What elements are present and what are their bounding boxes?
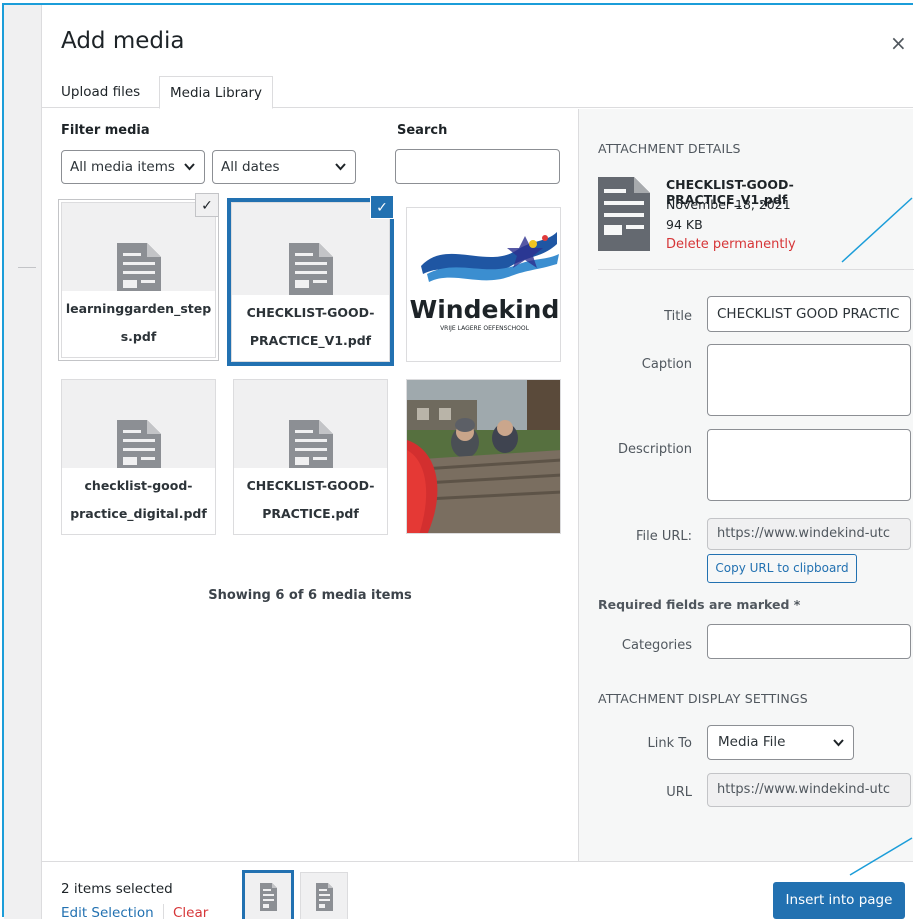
- required-fields-note: Required fields are marked *: [598, 597, 801, 612]
- description-label: Description: [617, 442, 692, 457]
- document-icon: [598, 177, 650, 255]
- filter-media-label: Filter media: [61, 123, 150, 138]
- close-icon[interactable]: ×: [890, 31, 907, 55]
- tab-upload-files[interactable]: Upload files: [51, 76, 150, 108]
- divider: [163, 904, 164, 919]
- attachment-date: November 18, 2021: [666, 197, 791, 212]
- media-item-learninggarden[interactable]: learninggarden_step s.pdf: [58, 199, 219, 361]
- selection-thumbnail-1[interactable]: [242, 870, 294, 919]
- media-date-select[interactable]: All dates: [212, 150, 356, 184]
- caption-label: Caption: [641, 357, 692, 372]
- search-input[interactable]: [395, 149, 560, 184]
- attachment-size: 94 KB: [666, 217, 703, 232]
- categories-input[interactable]: [707, 624, 911, 659]
- delete-permanently-link[interactable]: Delete permanently: [666, 237, 796, 252]
- insert-into-page-button[interactable]: Insert into page: [773, 882, 905, 919]
- check-icon[interactable]: ✓: [370, 195, 394, 219]
- media-toolbar-footer: 2 items selected Edit Selection Clear In…: [42, 861, 913, 919]
- caption-textarea[interactable]: [707, 344, 911, 416]
- clear-selection-link[interactable]: Clear: [173, 905, 208, 919]
- attachment-details-heading: ATTACHMENT DETAILS: [598, 141, 741, 156]
- media-item-checklist-v1[interactable]: CHECKLIST-GOOD- PRACTICE_V1.pdf: [227, 198, 394, 366]
- media-item-checklist[interactable]: CHECKLIST-GOOD- PRACTICE.pdf: [233, 379, 388, 535]
- title-label: Title: [664, 309, 692, 324]
- media-item-filename: learninggarden_step s.pdf: [62, 291, 215, 357]
- media-item-filename: checklist-good- practice_digital.pdf: [62, 468, 215, 534]
- add-media-dialog: Add media × Upload files Media Library F…: [42, 5, 914, 919]
- tab-media-library[interactable]: Media Library: [159, 76, 274, 109]
- divider: [18, 267, 36, 268]
- logo-subtext: VRIJE LAGERE OEFENSCHOOL: [440, 325, 529, 332]
- description-textarea[interactable]: [707, 429, 911, 501]
- url-label: URL: [666, 785, 692, 800]
- document-icon: [316, 883, 333, 911]
- attachment-details-sidebar: ATTACHMENT DETAILS CHECKLIST-GOOD-PRACTI…: [578, 109, 914, 861]
- media-item-filename: CHECKLIST-GOOD- PRACTICE.pdf: [234, 468, 387, 534]
- media-item-playground-photo[interactable]: [406, 379, 561, 534]
- media-type-value: All media items: [70, 159, 175, 175]
- media-type-select[interactable]: All media items: [61, 150, 205, 184]
- file-url-field[interactable]: https://www.windekind-utc: [707, 518, 911, 550]
- search-label: Search: [397, 123, 448, 138]
- dialog-title: Add media: [61, 28, 185, 54]
- title-input[interactable]: CHECKLIST GOOD PRACTIC: [707, 296, 911, 332]
- playground-photo-image: [407, 380, 560, 533]
- selection-count: 2 items selected: [61, 881, 173, 897]
- windekind-logo-image: Windekind VRIJE LAGERE OEFENSCHOOL: [407, 208, 560, 361]
- document-icon: [260, 883, 277, 911]
- media-item-checklist-digital[interactable]: checklist-good- practice_digital.pdf: [61, 379, 216, 535]
- link-to-value: Media File: [718, 734, 786, 750]
- logo-text: Windekind: [410, 295, 560, 324]
- file-url-label: File URL:: [635, 529, 692, 544]
- media-item-windekind-logo[interactable]: Windekind VRIJE LAGERE OEFENSCHOOL: [406, 207, 561, 362]
- admin-sidebar-strip: [4, 5, 42, 919]
- media-item-filename: CHECKLIST-GOOD- PRACTICE_V1.pdf: [232, 295, 389, 361]
- link-to-select[interactable]: Media File: [707, 725, 854, 760]
- divider: [598, 269, 914, 270]
- chevron-down-icon: [335, 151, 346, 196]
- url-field[interactable]: https://www.windekind-utc: [707, 773, 911, 807]
- check-icon[interactable]: ✓: [195, 193, 219, 217]
- selection-thumbnail-2[interactable]: [300, 872, 348, 919]
- display-settings-heading: ATTACHMENT DISPLAY SETTINGS: [598, 691, 808, 706]
- tab-bar: Upload files Media Library: [42, 72, 913, 109]
- link-to-label: Link To: [647, 736, 692, 751]
- edit-selection-link[interactable]: Edit Selection: [61, 905, 154, 919]
- chevron-down-icon: [833, 726, 844, 772]
- showing-count: Showing 6 of 6 media items: [208, 588, 412, 603]
- categories-label: Categories: [621, 638, 692, 653]
- copy-url-button[interactable]: Copy URL to clipboard: [707, 554, 857, 583]
- chevron-down-icon: [184, 151, 195, 196]
- media-date-value: All dates: [221, 159, 280, 175]
- document-icon: [288, 243, 333, 301]
